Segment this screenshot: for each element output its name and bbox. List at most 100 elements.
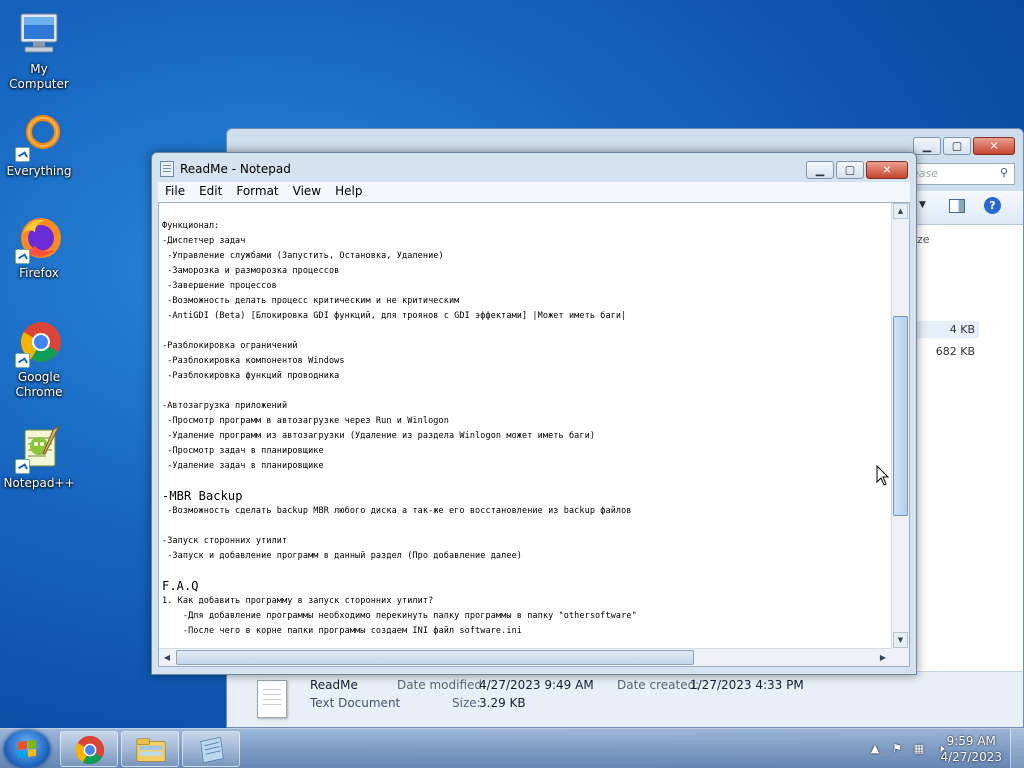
menu-file[interactable]: File [158,182,192,202]
text-line: -Удаление программ из автозагрузки (Удал… [162,431,596,441]
desktop-icon-label: Notepad++ [3,476,75,490]
menu-edit[interactable]: Edit [192,182,229,202]
clock[interactable]: 9:59 AM 4/27/2023 [940,733,1002,765]
system-tray: ▲ ⚑ ▦ 🕨 9:59 AM 4/27/2023 [844,729,1024,768]
explorer-window-controls: ▁ ▢ ✕ [913,137,1015,155]
taskbar-explorer-button[interactable] [121,731,179,767]
text-line: F.A.Q [162,579,199,593]
menu-bar: File Edit Format View Help [158,182,910,202]
clock-time: 9:59 AM [946,734,996,748]
horizontal-scrollbar[interactable]: ◀ ▶ [159,648,891,666]
text-line: -После чего в корне папки программы созд… [162,626,523,636]
start-button[interactable] [4,730,50,768]
desktop-icon-label: Google Chrome [15,370,63,399]
scroll-up-arrow-icon[interactable]: ▲ [893,203,908,219]
maximize-button[interactable]: ▢ [943,137,971,155]
text-editor[interactable]: Функционал: -Диспетчер задач -Управление… [158,202,910,667]
desktop-icon-label: My Computer [9,62,69,91]
menu-help[interactable]: Help [328,182,369,202]
text-line [162,324,887,339]
document-text[interactable]: Функционал: -Диспетчер задач -Управление… [162,219,887,646]
maximize-icon: ▢ [844,163,856,177]
window-title: ReadMe - Notepad [180,162,291,176]
chrome-icon [15,318,63,368]
preview-pane-icon[interactable] [949,199,965,213]
search-input[interactable]: ease ⚲ [905,163,1015,185]
view-options-dropdown-icon[interactable]: ▼ [919,200,926,210]
notepad-title-bar[interactable]: ReadMe - Notepad [160,161,291,177]
close-icon: ✕ [882,163,892,177]
text-line: -Разблокировка ограничений [162,341,298,351]
close-icon: ✕ [989,139,999,153]
vertical-scrollbar[interactable]: ▲ ▼ [891,203,909,648]
help-icon[interactable]: ? [984,197,1001,214]
text-line: -Возможность сделать backup MBR любого д… [162,506,632,516]
horizontal-scroll-thumb[interactable] [176,650,694,665]
text-line: -MBR Backup [162,489,243,503]
desktop-icon-firefox[interactable]: Firefox [0,214,78,281]
details-file-name: ReadMe [310,678,358,692]
text-line [162,519,887,534]
scroll-left-arrow-icon[interactable]: ◀ [159,650,175,665]
desktop-icon-chrome[interactable]: Google Chrome [0,318,78,400]
file-size-cell[interactable]: 682 KB [917,343,979,360]
minimize-button[interactable]: ▁ [806,161,834,179]
file-size-cell[interactable]: 4 KB [917,321,979,338]
taskbar-notepad-button[interactable] [182,731,240,767]
chrome-icon [75,735,105,765]
desktop-icon-label: Firefox [19,266,59,280]
details-size-value: 3.29 KB [479,696,526,710]
clock-date: 4/27/2023 [940,750,1002,764]
resize-grip[interactable] [891,648,909,666]
show-desktop-button[interactable] [1010,729,1024,768]
windows-logo-icon [18,740,36,758]
shortcut-arrow-icon [15,147,30,162]
text-line [162,564,887,579]
vertical-scroll-thumb[interactable] [893,316,908,516]
text-document-icon [257,680,287,718]
notepad-window[interactable]: ReadMe - Notepad ▁ ▢ ✕ File Edit Format … [151,152,917,675]
taskbar-chrome-button[interactable] [60,731,118,767]
minimize-icon: ▁ [922,139,932,153]
details-pane: ReadMe Text Document Date modified: 4/27… [227,671,1023,727]
text-line: -Запуск сторонних утилит [162,536,288,546]
text-line: -AntiGDI (Beta) [Блокировка GDI функций,… [162,311,627,321]
notepadpp-icon [15,424,63,474]
scroll-down-arrow-icon[interactable]: ▼ [893,632,908,648]
minimize-button[interactable]: ▁ [913,137,941,155]
notepad-icon [160,161,174,177]
details-modified-label: Date modified: [397,678,487,692]
everything-icon [15,112,63,162]
network-icon[interactable]: ▦ [912,742,926,756]
close-button[interactable]: ✕ [866,161,908,179]
text-line: -Автозагрузка приложений [162,401,288,411]
explorer-icon [136,738,166,762]
firefox-icon [15,214,63,264]
details-size-label: Size: [452,696,481,710]
action-center-flag-icon[interactable]: ⚑ [890,742,904,756]
desktop-icon-label: Everything [6,164,72,178]
desktop-icon-notepadpp[interactable]: Notepad++ [0,424,78,491]
details-modified-value: 4/27/2023 9:49 AM [479,678,594,692]
text-line: -Запуск и добавление программ в данный р… [162,551,523,561]
minimize-icon: ▁ [815,163,825,177]
taskbar: ▲ ⚑ ▦ 🕨 9:59 AM 4/27/2023 [0,728,1024,768]
show-hidden-icons-icon[interactable]: ▲ [868,742,882,756]
text-line: -Разблокировка функций проводника [162,371,340,381]
desktop-icon-everything[interactable]: Everything [0,112,78,179]
shortcut-arrow-icon [15,249,30,264]
mouse-cursor-icon [876,465,890,486]
desktop-icon-my-computer[interactable]: My Computer [0,10,78,92]
notepad-window-controls: ▁ ▢ ✕ [806,161,908,179]
column-header-size[interactable]: ze [917,233,930,246]
shortcut-arrow-icon [15,353,30,368]
menu-view[interactable]: View [286,182,328,202]
text-line: -Разблокировка компонентов Windows [162,356,345,366]
text-line [162,474,887,489]
notepad-icon [200,736,224,764]
close-button[interactable]: ✕ [973,137,1015,155]
maximize-button[interactable]: ▢ [836,161,864,179]
text-line: -Просмотр программ в автозагрузке через … [162,416,449,426]
menu-format[interactable]: Format [229,182,285,202]
scroll-right-arrow-icon[interactable]: ▶ [875,650,891,665]
